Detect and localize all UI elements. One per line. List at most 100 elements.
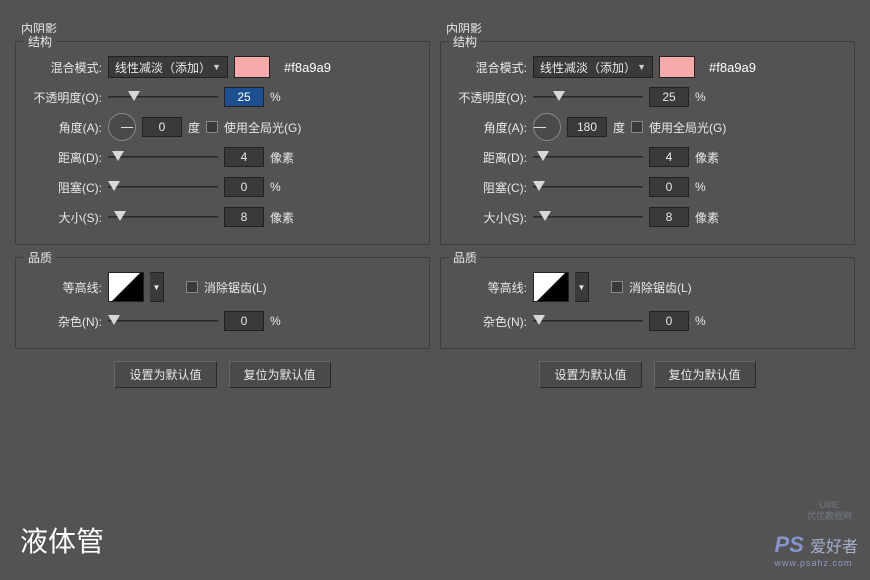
distance-slider[interactable]: [108, 149, 218, 165]
size-label: 大小(S):: [449, 209, 527, 226]
global-light-label: 使用全局光(G): [649, 119, 726, 136]
distance-unit: 像素: [270, 149, 300, 166]
angle-dial[interactable]: [533, 113, 561, 141]
noise-slider[interactable]: [533, 313, 643, 329]
noise-row: 杂色(N): %: [449, 306, 846, 336]
quality-fieldset: 品质 等高线: ▼ 消除锯齿(L) 杂色(N): %: [15, 257, 430, 349]
noise-unit: %: [695, 314, 725, 328]
slider-thumb[interactable]: [533, 181, 545, 191]
blend-dropdown[interactable]: 线性减淡（添加） ▼: [533, 56, 653, 78]
slider-track: [108, 156, 218, 158]
slider-thumb[interactable]: [108, 315, 120, 325]
contour-dropdown-arrow[interactable]: ▼: [575, 272, 589, 302]
size-slider[interactable]: [533, 209, 643, 225]
color-swatch[interactable]: [234, 56, 270, 78]
distance-slider[interactable]: [533, 149, 643, 165]
choke-input[interactable]: [224, 177, 264, 197]
panel-right: 内阴影 结构 混合模式: 线性减淡（添加） ▼ #f8a9a9 不透明度(O):: [440, 20, 855, 388]
opacity-slider[interactable]: [533, 89, 643, 105]
chevron-down-icon: ▼: [637, 62, 646, 72]
slider-thumb[interactable]: [533, 315, 545, 325]
slider-thumb[interactable]: [112, 151, 124, 161]
button-row: 设置为默认值 复位为默认值: [15, 361, 430, 388]
choke-row: 阻塞(C): %: [24, 172, 421, 202]
choke-unit: %: [695, 180, 725, 194]
contour-label: 等高线:: [449, 279, 527, 296]
global-light-checkbox[interactable]: [631, 121, 643, 133]
choke-unit: %: [270, 180, 300, 194]
slider-thumb[interactable]: [114, 211, 126, 221]
blend-row: 混合模式: 线性减淡（添加） ▼ #f8a9a9: [24, 52, 421, 82]
quality-legend: 品质: [24, 249, 56, 266]
noise-label: 杂色(N):: [24, 313, 102, 330]
opacity-unit: %: [270, 90, 300, 104]
distance-row: 距离(D): 像素: [24, 142, 421, 172]
blend-dropdown[interactable]: 线性减淡（添加） ▼: [108, 56, 228, 78]
slider-track: [108, 320, 218, 322]
angle-unit: 度: [188, 119, 200, 136]
distance-input[interactable]: [649, 147, 689, 167]
slider-thumb[interactable]: [537, 151, 549, 161]
blend-label: 混合模式:: [24, 59, 102, 76]
noise-label: 杂色(N):: [449, 313, 527, 330]
slider-track: [533, 156, 643, 158]
distance-input[interactable]: [224, 147, 264, 167]
antialias-label: 消除锯齿(L): [204, 279, 267, 296]
size-input[interactable]: [649, 207, 689, 227]
blend-row: 混合模式: 线性减淡（添加） ▼ #f8a9a9: [449, 52, 846, 82]
opacity-input[interactable]: [224, 87, 264, 107]
size-slider[interactable]: [108, 209, 218, 225]
wm-url: www.psahz.com: [775, 558, 859, 568]
opacity-label: 不透明度(O):: [449, 89, 527, 106]
angle-input[interactable]: [567, 117, 607, 137]
size-input[interactable]: [224, 207, 264, 227]
set-default-button[interactable]: 设置为默认值: [539, 361, 641, 388]
size-unit: 像素: [270, 209, 300, 226]
distance-label: 距离(D):: [449, 149, 527, 166]
opacity-label: 不透明度(O):: [24, 89, 102, 106]
opacity-unit: %: [695, 90, 725, 104]
set-default-button[interactable]: 设置为默认值: [114, 361, 216, 388]
opacity-input[interactable]: [649, 87, 689, 107]
distance-label: 距离(D):: [24, 149, 102, 166]
choke-slider[interactable]: [108, 179, 218, 195]
size-label: 大小(S):: [24, 209, 102, 226]
opacity-row: 不透明度(O): %: [24, 82, 421, 112]
slider-thumb[interactable]: [553, 91, 565, 101]
slider-thumb[interactable]: [539, 211, 551, 221]
watermark: PS 爱好者 www.psahz.com: [775, 532, 859, 568]
size-row: 大小(S): 像素: [24, 202, 421, 232]
angle-line-icon: [121, 127, 133, 128]
antialias-checkbox[interactable]: [186, 281, 198, 293]
choke-slider[interactable]: [533, 179, 643, 195]
noise-input[interactable]: [224, 311, 264, 331]
structure-legend: 结构: [449, 33, 481, 50]
contour-label: 等高线:: [24, 279, 102, 296]
swatch-hex-text: #f8a9a9: [709, 60, 756, 75]
slider-track: [108, 186, 218, 188]
slider-track: [108, 96, 218, 98]
choke-label: 阻塞(C):: [24, 179, 102, 196]
contour-row: 等高线: ▼ 消除锯齿(L): [24, 268, 421, 306]
noise-slider[interactable]: [108, 313, 218, 329]
reset-default-button[interactable]: 复位为默认值: [229, 361, 331, 388]
global-light-label: 使用全局光(G): [224, 119, 301, 136]
slider-thumb[interactable]: [128, 91, 140, 101]
page-big-title: 液体管: [20, 520, 104, 560]
contour-swatch[interactable]: [533, 272, 569, 302]
reset-default-button[interactable]: 复位为默认值: [654, 361, 756, 388]
antialias-checkbox[interactable]: [611, 281, 623, 293]
wm-brand: PS: [775, 532, 804, 557]
angle-input[interactable]: [142, 117, 182, 137]
contour-swatch[interactable]: [108, 272, 144, 302]
wm-small-1: UIIIE: [807, 500, 852, 511]
opacity-slider[interactable]: [108, 89, 218, 105]
global-light-checkbox[interactable]: [206, 121, 218, 133]
choke-input[interactable]: [649, 177, 689, 197]
noise-input[interactable]: [649, 311, 689, 331]
angle-dial[interactable]: [108, 113, 136, 141]
color-swatch[interactable]: [659, 56, 695, 78]
slider-thumb[interactable]: [108, 181, 120, 191]
contour-dropdown-arrow[interactable]: ▼: [150, 272, 164, 302]
wm-cn: 爱好者: [810, 539, 858, 556]
